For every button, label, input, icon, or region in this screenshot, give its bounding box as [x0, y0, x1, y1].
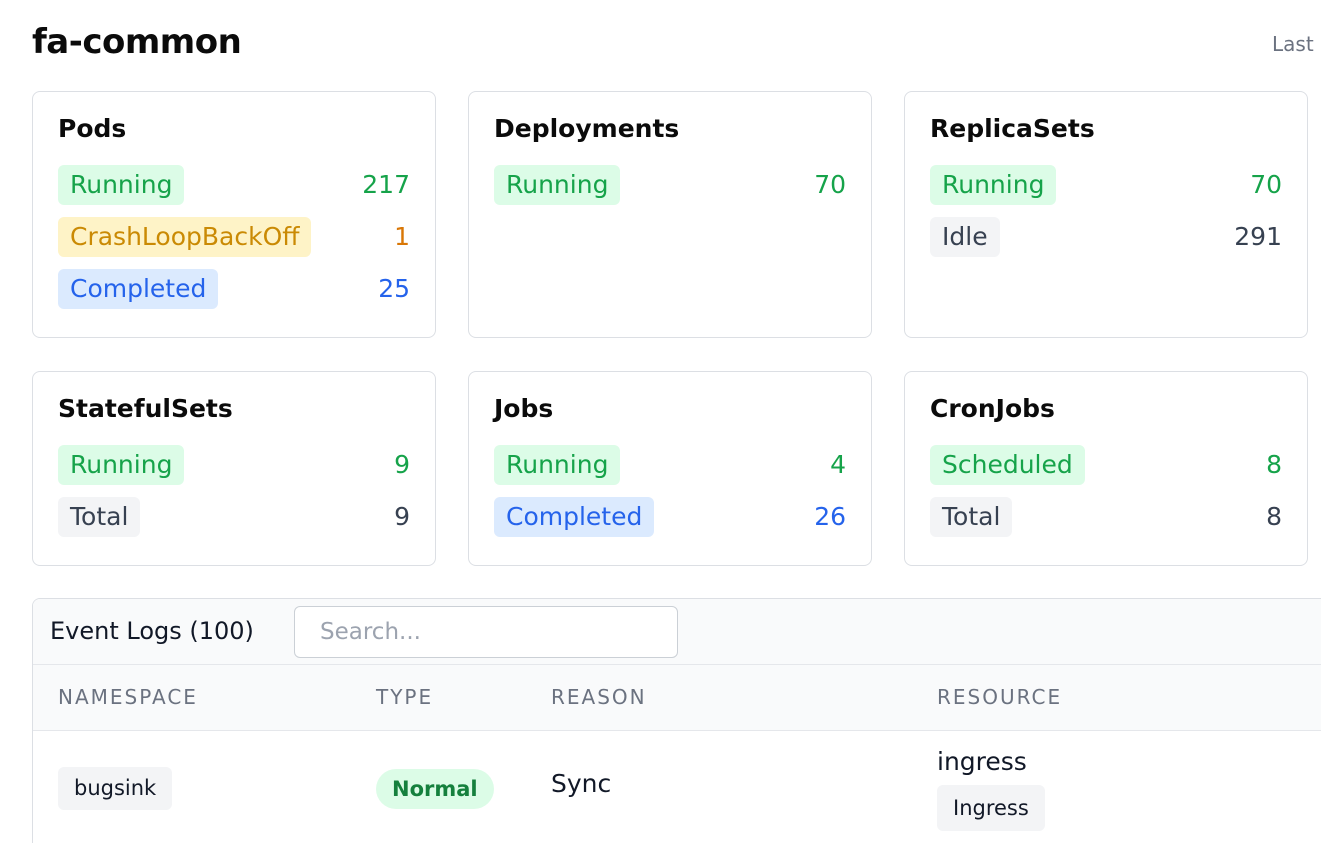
resource-kind-badge: Ingress	[937, 785, 1045, 831]
card-replicasets: ReplicaSets Running 70 Idle 291	[904, 91, 1308, 338]
stat-row-running[interactable]: Running 70	[930, 165, 1282, 205]
card-title: CronJobs	[930, 394, 1055, 423]
stat-row-running[interactable]: Running 70	[494, 165, 846, 205]
card-pods: Pods Running 217 CrashLoopBackOff 1 Comp…	[32, 91, 436, 338]
status-count: 70	[1250, 170, 1282, 199]
table-row[interactable]: bugsink Normal Sync ingress Ingress	[33, 731, 1321, 843]
card-title: Deployments	[494, 114, 680, 143]
event-reason: Sync	[551, 769, 612, 798]
status-count: 9	[394, 502, 410, 531]
status-badge: CrashLoopBackOff	[58, 217, 312, 257]
status-badge: Running	[494, 445, 621, 485]
status-badge: Running	[930, 165, 1057, 205]
stat-row-crashloopbackoff[interactable]: CrashLoopBackOff 1	[58, 217, 410, 257]
card-statefulsets: StatefulSets Running 9 Total 9	[32, 371, 436, 566]
card-deployments: Deployments Running 70	[468, 91, 872, 338]
event-logs-panel: Event Logs (100) NAMESPACE TYPE REASON R…	[32, 598, 1321, 843]
status-count: 217	[362, 170, 410, 199]
stat-row-scheduled[interactable]: Scheduled 8	[930, 445, 1282, 485]
status-badge: Scheduled	[930, 445, 1085, 485]
card-title: ReplicaSets	[930, 114, 1095, 143]
status-count: 26	[814, 502, 846, 531]
column-header-type[interactable]: TYPE	[376, 685, 433, 709]
status-count: 4	[830, 450, 846, 479]
stat-row-completed[interactable]: Completed 26	[494, 497, 846, 537]
event-logs-title: Event Logs (100)	[50, 617, 254, 645]
card-title: StatefulSets	[58, 394, 233, 423]
column-header-reason[interactable]: REASON	[551, 685, 647, 709]
status-badge: Running	[58, 445, 185, 485]
namespace-badge: bugsink	[58, 767, 173, 810]
page-title: fa-common	[32, 22, 242, 62]
status-count: 25	[378, 274, 410, 303]
status-count: 70	[814, 170, 846, 199]
card-title: Jobs	[494, 394, 554, 423]
stat-row-total[interactable]: Total 8	[930, 497, 1282, 537]
status-badge: Completed	[494, 497, 655, 537]
column-header-resource[interactable]: RESOURCE	[937, 685, 1062, 709]
card-jobs: Jobs Running 4 Completed 26	[468, 371, 872, 566]
status-badge: Idle	[930, 217, 1000, 257]
column-header-namespace[interactable]: NAMESPACE	[58, 685, 198, 709]
search-input[interactable]	[294, 606, 678, 658]
card-title: Pods	[58, 114, 127, 143]
stat-row-idle[interactable]: Idle 291	[930, 217, 1282, 257]
resource-name: ingress	[937, 747, 1027, 776]
stat-row-total[interactable]: Total 9	[58, 497, 410, 537]
stat-row-running[interactable]: Running 217	[58, 165, 410, 205]
stat-row-running[interactable]: Running 9	[58, 445, 410, 485]
status-count: 1	[394, 222, 410, 251]
stat-row-completed[interactable]: Completed 25	[58, 269, 410, 309]
status-count: 9	[394, 450, 410, 479]
event-logs-header: Event Logs (100)	[33, 599, 1321, 665]
status-badge: Running	[494, 165, 621, 205]
stat-row-running[interactable]: Running 4	[494, 445, 846, 485]
status-badge: Total	[58, 497, 141, 537]
status-count: 8	[1266, 450, 1282, 479]
card-cronjobs: CronJobs Scheduled 8 Total 8	[904, 371, 1308, 566]
status-count: 8	[1266, 502, 1282, 531]
status-badge: Total	[930, 497, 1013, 537]
last-updated-label: Last	[1272, 32, 1314, 56]
event-type-badge: Normal	[376, 769, 494, 809]
status-badge: Running	[58, 165, 185, 205]
table-header: NAMESPACE TYPE REASON RESOURCE	[33, 665, 1321, 731]
status-count: 291	[1234, 222, 1282, 251]
status-badge: Completed	[58, 269, 219, 309]
